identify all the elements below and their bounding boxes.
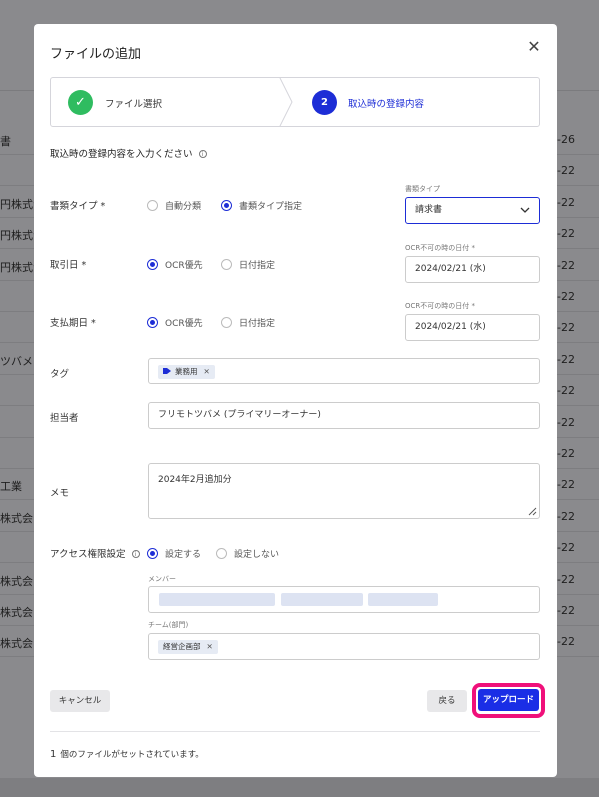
file-count-message: 1 個のファイルがセットされています。 [50, 749, 204, 760]
remove-chip-icon[interactable]: ✕ [204, 367, 210, 376]
memo-textarea[interactable]: 2024年2月追加分 [148, 463, 540, 519]
background-row-date: -22 [557, 195, 575, 209]
remove-chip-icon[interactable]: ✕ [207, 642, 213, 651]
member-chip [159, 593, 275, 606]
background-row-date: -22 [557, 321, 575, 335]
background-row-date: -22 [557, 509, 575, 523]
background-row-date: -22 [557, 415, 575, 429]
doc-type-select-label: 書類タイプ [405, 185, 440, 193]
background-row-name: 株式会 [0, 511, 33, 525]
due-date-input[interactable]: 2024/02/21 (水) [405, 314, 540, 341]
background-row-name: 書 [0, 135, 11, 148]
radio-icon [221, 259, 232, 270]
memo-label: メモ [50, 488, 70, 499]
upload-button[interactable]: アップロード [478, 689, 539, 711]
team-label: チーム(部門) [148, 621, 189, 629]
file-count: 1 [50, 749, 57, 760]
assignee-label: 担当者 [50, 413, 79, 424]
radio-date-specify[interactable]: 日付指定 [221, 316, 275, 329]
background-row-name: 株式会 [0, 637, 33, 651]
team-chip: 経営企画部 ✕ [158, 640, 218, 654]
radio-selected-icon [147, 259, 158, 270]
dialog-title: ファイルの追加 [50, 47, 142, 62]
background-row-date: -22 [557, 447, 575, 460]
background-row-date: -22 [557, 384, 575, 398]
members-input[interactable] [148, 586, 540, 613]
add-file-dialog: ファイルの追加 ✕ ✓ ファイル選択 2 取込時の登録内容 取込時の登録内容を入… [34, 24, 557, 777]
doc-type-select[interactable]: 請求書 [405, 197, 540, 224]
tag-label: タグ [50, 369, 70, 380]
cancel-button[interactable]: キャンセル [50, 690, 110, 712]
ocr-fallback-date-label: OCR不可の時の日付 * [405, 302, 475, 310]
radio-icon [221, 317, 232, 328]
transaction-date-input[interactable]: 2024/02/21 (水) [405, 256, 540, 283]
resize-grip-icon[interactable] [527, 506, 537, 516]
step-file-select: ✓ ファイル選択 [51, 78, 283, 126]
background-row-date: -22 [557, 290, 575, 303]
radio-auto-classify[interactable]: 自動分類 [147, 199, 201, 212]
step-label: ファイル選択 [105, 99, 163, 110]
info-icon: i [198, 150, 207, 158]
radio-selected-icon [221, 200, 232, 211]
background-row-name: 株式会 [0, 574, 33, 588]
radio-doc-type-specify[interactable]: 書類タイプ指定 [221, 199, 302, 212]
due-date-label: 支払期日 * [50, 318, 96, 329]
tag-icon [163, 368, 171, 374]
step-number: 2 [312, 90, 337, 115]
radio-icon [216, 548, 227, 559]
assignee-input[interactable]: フリモトツバメ (プライマリーオーナー) [148, 402, 540, 429]
background-row-date: -22 [557, 572, 575, 586]
background-row-date: -22 [557, 227, 575, 241]
radio-icon [147, 200, 158, 211]
member-chip [281, 593, 363, 606]
tag-chip: 業務用 ✕ [158, 365, 215, 379]
radio-date-specify[interactable]: 日付指定 [221, 258, 275, 271]
doc-type-label: 書類タイプ * [50, 201, 106, 212]
radio-selected-icon [147, 317, 158, 328]
radio-ocr-priority[interactable]: OCR優先 [147, 316, 203, 329]
step-label: 取込時の登録内容 [348, 99, 425, 110]
background-row-date: -22 [557, 352, 575, 366]
team-input[interactable]: 経営企画部 ✕ [148, 633, 540, 660]
chevron-down-icon [520, 207, 530, 213]
radio-access-enable[interactable]: 設定する [147, 547, 201, 560]
background-row-name: 工業 [0, 480, 22, 494]
member-chip [368, 593, 438, 606]
back-button[interactable]: 戻る [427, 690, 467, 712]
background-footer-bar [0, 778, 599, 797]
chevron-divider-icon [279, 78, 293, 126]
background-row-name: ツバメ [0, 354, 33, 368]
members-label: メンバー [148, 575, 176, 583]
background-row-date: -22 [557, 258, 575, 272]
ocr-fallback-date-label: OCR不可の時の日付 * [405, 244, 475, 252]
transaction-date-label: 取引日 * [50, 260, 87, 271]
radio-access-disable[interactable]: 設定しない [216, 547, 279, 560]
info-icon: i [131, 550, 140, 558]
tag-input[interactable]: 業務用 ✕ [148, 358, 540, 384]
background-row-date: -22 [557, 604, 575, 617]
background-row-date: -22 [557, 541, 575, 555]
background-row-date: -22 [557, 635, 575, 649]
radio-ocr-priority[interactable]: OCR優先 [147, 258, 203, 271]
background-row-date: -26 [557, 133, 575, 146]
access-label: アクセス権限設定 i [50, 546, 140, 560]
footer-divider [50, 731, 540, 732]
close-icon[interactable]: ✕ [525, 38, 543, 56]
radio-selected-icon [147, 548, 158, 559]
background-row-name: 株式会 [0, 606, 33, 619]
check-icon: ✓ [68, 90, 93, 115]
background-row-date: -22 [557, 478, 575, 492]
stepper: ✓ ファイル選択 2 取込時の登録内容 [50, 77, 540, 127]
section-title: 取込時の登録内容を入力ください i [50, 146, 207, 160]
step-registration: 2 取込時の登録内容 [295, 78, 535, 126]
background-row-date: -22 [557, 164, 575, 178]
